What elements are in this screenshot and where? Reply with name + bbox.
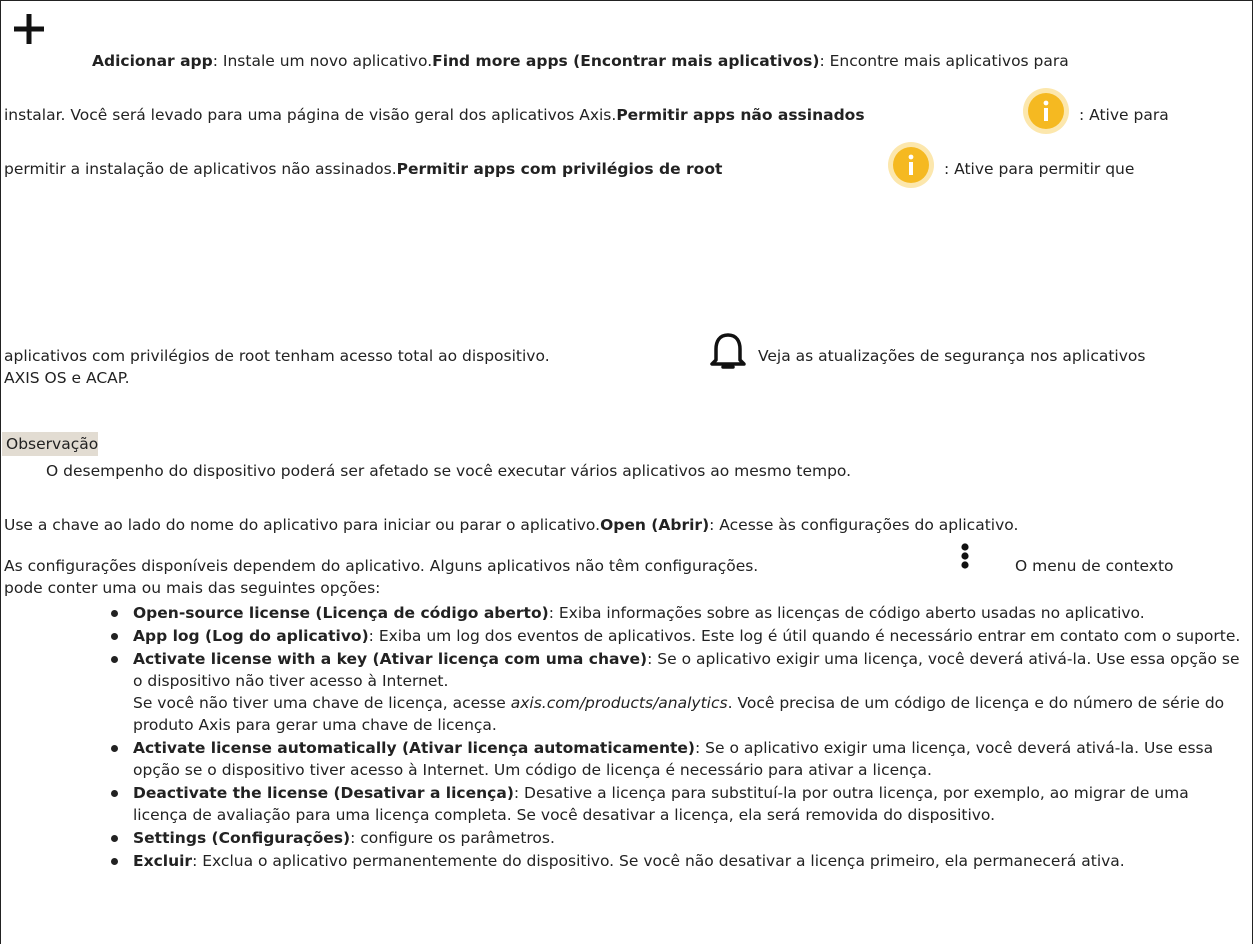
unsigned-text: permitir a instalação de aplicativos não… (4, 160, 397, 178)
list-item: App log (Log do aplicativo): Exiba um lo… (96, 625, 1246, 647)
option-desc: : configure os parâmetros. (350, 829, 555, 847)
context-menu-options-intro: pode conter uma ou mais das seguintes op… (4, 579, 381, 597)
bell-icon (710, 333, 746, 369)
context-menu-text: O menu de contexto (1015, 557, 1174, 575)
add-app-label: Adicionar app (92, 52, 213, 70)
info-icon (1023, 88, 1069, 134)
option-label: Activate license automatically (Ativar l… (133, 739, 695, 757)
list-item: Excluir: Exclua o aplicativo permanentem… (96, 850, 1246, 872)
toggle-text: Use a chave ao lado do nome do aplicativ… (4, 516, 601, 534)
option-desc: : Exclua o aplicativo permanentemente do… (192, 852, 1125, 870)
note-label: Observação (2, 432, 98, 456)
settings-availability-text: As configurações disponíveis dependem do… (4, 557, 759, 575)
option-label: Settings (Configurações) (133, 829, 351, 847)
allow-root-label: Permitir apps com privilégios de root (396, 160, 723, 178)
option-label: Activate license with a key (Ativar lice… (133, 650, 648, 668)
info-icon (888, 142, 934, 188)
list-item: Deactivate the license (Desativar a lice… (96, 782, 1246, 826)
option-desc: : Exiba informações sobre as licenças de… (548, 604, 1145, 622)
security-updates-text: Veja as atualizações de segurança nos ap… (758, 347, 1146, 365)
analytics-link[interactable]: axis.com/products/analytics (511, 694, 728, 712)
open-label: Open (Abrir) (600, 516, 710, 534)
allow-root-desc: : Ative para permitir que (944, 160, 1135, 178)
plus-icon (14, 14, 44, 44)
toggle-paragraph: Use a chave ao lado do nome do aplicativ… (4, 516, 1018, 534)
add-app-desc: : Instale um novo aplicativo. (212, 52, 433, 70)
option-label: Open-source license (Licença de código a… (133, 604, 549, 622)
option-label: App log (Log do aplicativo) (133, 627, 369, 645)
root-access-text: aplicativos com privilégios de root tenh… (4, 347, 550, 365)
list-item: Activate license with a key (Ativar lice… (96, 648, 1246, 736)
option-extra: Se você não tiver uma chave de licença, … (133, 694, 511, 712)
note-text: O desempenho do dispositivo poderá ser a… (46, 462, 852, 480)
line-2: instalar. Você será levado para uma pági… (4, 106, 865, 124)
option-label: Excluir (133, 852, 193, 870)
open-desc: : Acesse às configurações do aplicativo. (709, 516, 1019, 534)
find-more-apps-label: Find more apps (Encontrar mais aplicativ… (432, 52, 820, 70)
line-3: permitir a instalação de aplicativos não… (4, 160, 722, 178)
list-item: Settings (Configurações): configure os p… (96, 827, 1246, 849)
axis-os-acap-text: AXIS OS e ACAP. (4, 369, 130, 387)
list-item: Activate license automatically (Ativar l… (96, 737, 1246, 781)
list-item: Open-source license (Licença de código a… (96, 602, 1246, 624)
install-text: instalar. Você será levado para uma pági… (4, 106, 617, 124)
add-app-line: Adicionar app: Instale um novo aplicativ… (92, 52, 1069, 70)
vertical-dots-icon (961, 543, 969, 569)
option-desc: : Exiba um log dos eventos de aplicativo… (368, 627, 1241, 645)
context-menu-options-list: Open-source license (Licença de código a… (96, 602, 1246, 873)
allow-unsigned-label: Permitir apps não assinados (616, 106, 865, 124)
find-more-apps-desc: : Encontre mais aplicativos para (819, 52, 1069, 70)
allow-unsigned-desc: : Ative para (1079, 106, 1169, 124)
option-label: Deactivate the license (Desativar a lice… (133, 784, 514, 802)
